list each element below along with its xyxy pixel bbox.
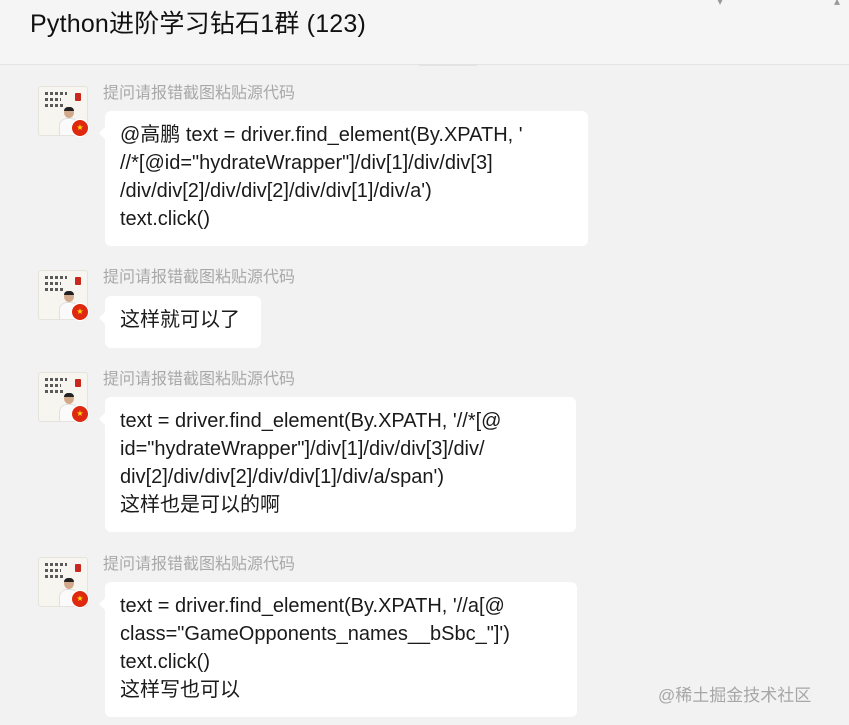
china-flag-badge-icon: ★ — [71, 405, 89, 423]
message-line: text.click() — [120, 208, 210, 230]
window-control-icon[interactable]: ▾ — [717, 0, 723, 8]
chat-title[interactable]: Python进阶学习钻石1群 (123) — [30, 4, 366, 40]
seal-stamp-icon — [75, 93, 81, 101]
message-line: div[2]/div/div[2]/div/div[1]/div/a/span'… — [120, 466, 444, 488]
message-line: /div/div[2]/div/div[2]/div/div[1]/div/a'… — [120, 180, 432, 202]
chat-header: Python进阶学习钻石1群 (123) ▾ ▴ — [0, 0, 849, 65]
sender-name[interactable]: 提问请报错截图粘贴源代码 — [103, 79, 295, 103]
bubble-tail — [99, 127, 105, 139]
sender-name[interactable]: 提问请报错截图粘贴源代码 — [103, 365, 295, 389]
message-line: text = driver.find_element(By.XPATH, '//… — [120, 410, 502, 432]
message-bubble[interactable]: text = driver.find_element(By.XPATH, '//… — [99, 397, 576, 532]
message-line: @高鹏 text = driver.find_element(By.XPATH,… — [120, 124, 523, 146]
bubble-tail — [99, 598, 105, 610]
message-line: 这样就可以了 — [120, 309, 240, 331]
message-line: 这样也是可以的啊 — [120, 494, 280, 516]
sender-name[interactable]: 提问请报错截图粘贴源代码 — [103, 550, 295, 574]
scroll-indicator — [419, 64, 477, 66]
message-line: text.click() — [120, 651, 210, 673]
message-line: text = driver.find_element(By.XPATH, '//… — [120, 595, 505, 617]
message-line: //*[@id="hydrateWrapper"]/div[1]/div/div… — [120, 152, 493, 174]
seal-stamp-icon — [75, 564, 81, 572]
seal-stamp-icon — [75, 379, 81, 387]
bubble-tail — [99, 413, 105, 425]
bubble-tail — [99, 312, 105, 324]
message-line: 这样写也可以 — [120, 679, 240, 701]
china-flag-badge-icon: ★ — [71, 590, 89, 608]
message-bubble[interactable]: 这样就可以了 — [99, 296, 261, 348]
message-line: id="hydrateWrapper"]/div[1]/div/div[3]/d… — [120, 438, 485, 460]
window-control-icon[interactable]: ▴ — [834, 0, 840, 8]
message-bubble[interactable]: text = driver.find_element(By.XPATH, '//… — [99, 582, 577, 717]
china-flag-badge-icon: ★ — [71, 303, 89, 321]
seal-stamp-icon — [75, 277, 81, 285]
watermark: @稀土掘金技术社区 — [658, 686, 812, 705]
sender-name[interactable]: 提问请报错截图粘贴源代码 — [103, 263, 295, 287]
china-flag-badge-icon: ★ — [71, 119, 89, 137]
message-bubble[interactable]: @高鹏 text = driver.find_element(By.XPATH,… — [99, 111, 588, 246]
message-line: class="GameOpponents_names__bSbc_"]') — [120, 623, 510, 645]
